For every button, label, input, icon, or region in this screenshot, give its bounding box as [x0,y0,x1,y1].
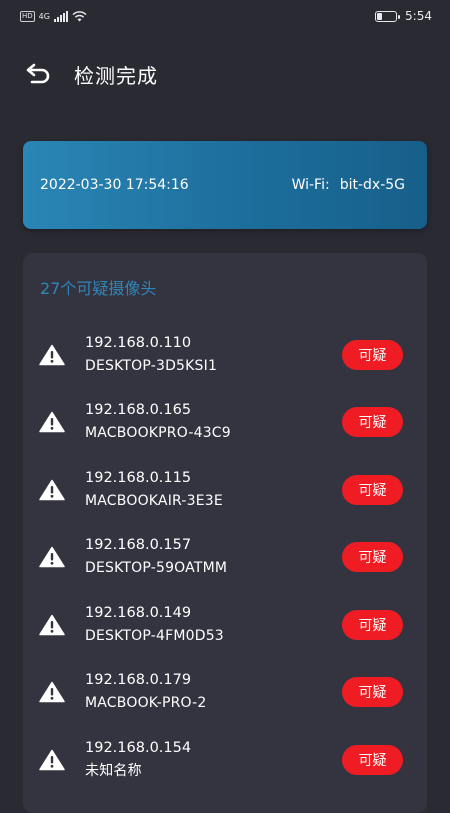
device-name: MACBOOK-PRO-2 [85,695,207,712]
suspicious-badge[interactable]: 可疑 [342,407,403,438]
clock: 5:54 [405,9,432,23]
scan-datetime: 2022-03-30 17:54:16 [40,177,189,193]
device-info: 192.168.0.157 DESKTOP-59OATMM [85,536,227,578]
signal-icon [53,10,68,22]
device-name: DESKTOP-59OATMM [85,560,228,577]
list-item[interactable]: 192.168.0.115 MACBOOKAIR-3E3E 可疑 [23,456,427,524]
suspicious-count: 27个可疑摄像头 [40,279,157,298]
status-bar: HD 4G 5:54 [0,0,450,32]
device-info: 192.168.0.110 DESKTOP-3D5KSI1 [85,334,217,376]
device-name: 未知名称 [85,762,142,779]
device-info: 192.168.0.165 MACBOOKPRO-43C9 [85,401,231,443]
device-info: 192.168.0.149 DESKTOP-4FM0D53 [85,604,224,646]
list-item[interactable]: 192.168.0.179 MACBOOK-PRO-2 可疑 [23,659,427,727]
suspicious-badge[interactable]: 可疑 [342,474,403,505]
device-info: 192.168.0.154 未知名称 [85,739,191,781]
warning-icon [39,344,65,365]
warning-icon [39,682,65,703]
wifi-name: bit-dx-5G [339,177,405,193]
network-type: 4G [38,11,50,21]
suspicious-badge[interactable]: 可疑 [342,542,403,573]
warning-icon [39,614,65,635]
device-info: 192.168.0.115 MACBOOKAIR-3E3E [85,469,223,511]
device-name: DESKTOP-3D5KSI1 [85,357,218,374]
device-ip: 192.168.0.149 [85,604,192,621]
warning-icon [39,479,65,500]
back-button[interactable] [18,54,58,94]
list-item[interactable]: 192.168.0.110 DESKTOP-3D5KSI1 可疑 [23,321,427,389]
status-bar-right: 5:54 [375,9,432,23]
warning-icon [39,412,65,433]
suspicious-badge[interactable]: 可疑 [342,677,403,708]
device-name: MACBOOKPRO-43C9 [85,425,231,442]
wifi-info: Wi-Fi: bit-dx-5G [292,177,405,193]
list-item[interactable]: 192.168.0.154 未知名称 可疑 [23,726,427,794]
wifi-icon [72,10,87,21]
list-item[interactable]: 192.168.0.149 DESKTOP-4FM0D53 可疑 [23,591,427,659]
device-ip: 192.168.0.179 [85,672,192,689]
suspicious-badge[interactable]: 可疑 [342,339,403,370]
status-bar-left: HD 4G [20,10,87,22]
device-name: DESKTOP-4FM0D53 [85,627,224,644]
hd-indicator: HD [20,10,35,22]
device-name: MACBOOKAIR-3E3E [85,492,223,509]
warning-icon [39,749,65,770]
suspicious-badge[interactable]: 可疑 [342,744,403,775]
suspicious-badge[interactable]: 可疑 [342,609,403,640]
warning-icon [39,547,65,568]
device-info: 192.168.0.179 MACBOOK-PRO-2 [85,671,206,713]
battery-icon [375,10,401,22]
device-ip: 192.168.0.157 [85,537,192,554]
list-item[interactable]: 192.168.0.157 DESKTOP-59OATMM 可疑 [23,524,427,592]
device-ip: 192.168.0.110 [85,334,192,351]
device-ip: 192.168.0.165 [85,402,192,419]
wifi-label: Wi-Fi: [291,177,330,193]
scan-info-card: 2022-03-30 17:54:16 Wi-Fi: bit-dx-5G [23,141,427,229]
list-item[interactable]: 192.168.0.165 MACBOOKPRO-43C9 可疑 [23,389,427,457]
suspicious-camera-list-card: 27个可疑摄像头 192.168.0.110 DESKTOP-3D5KSI1 可疑 1… [23,253,427,813]
device-ip: 192.168.0.154 [85,739,192,756]
device-ip: 192.168.0.115 [85,469,192,486]
device-list: 192.168.0.110 DESKTOP-3D5KSI1 可疑 192.168.0.… [23,321,427,794]
page-title: 检测完成 [74,63,158,88]
back-icon [26,63,50,84]
header: 检测完成 [0,52,450,96]
